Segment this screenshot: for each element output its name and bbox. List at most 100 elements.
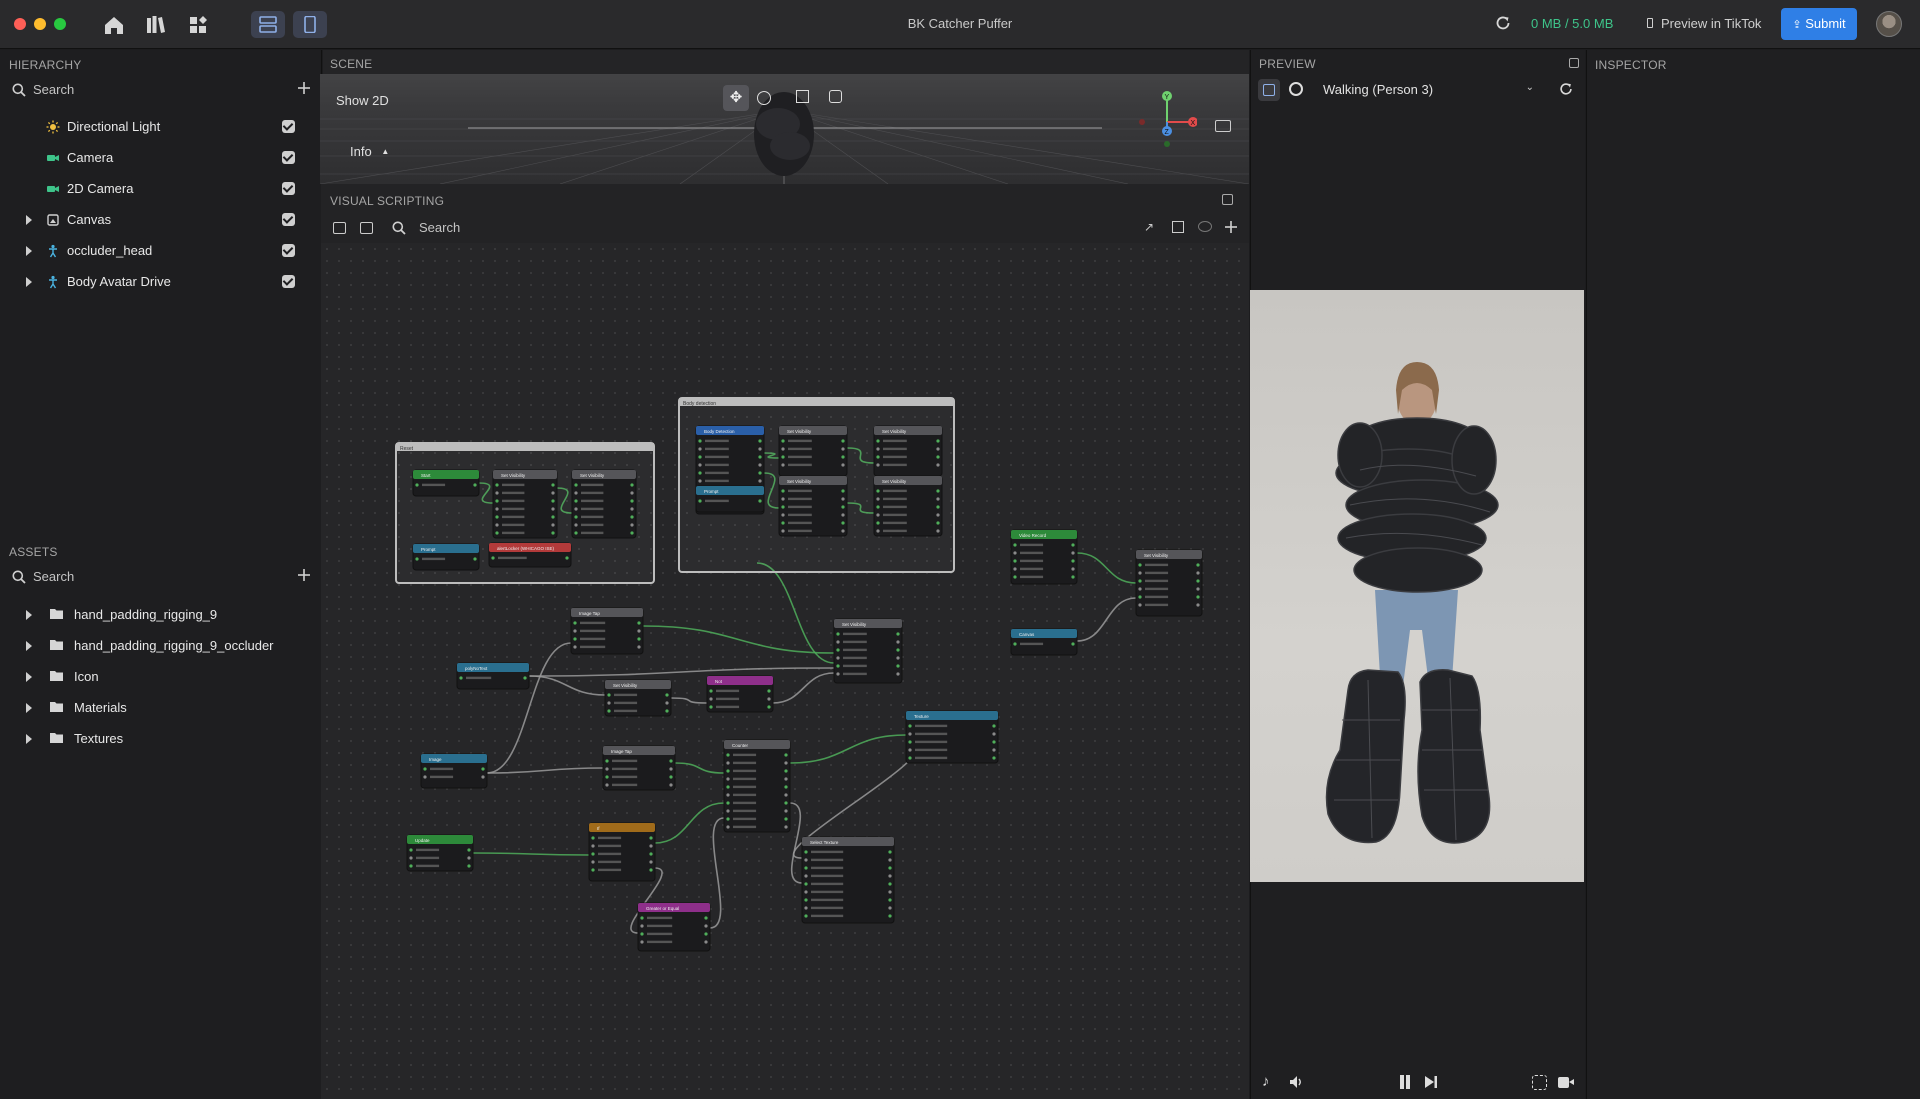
hierarchy-search-input[interactable]: Search [33,82,74,97]
asset-item[interactable]: Materials [0,696,322,720]
script-node[interactable]: Set Visibility [492,469,558,539]
node-connection-wire[interactable] [1076,597,1137,642]
node-connection-wire[interactable] [642,625,835,654]
script-node[interactable]: Set Visibility [873,475,943,537]
hierarchy-item[interactable]: Directional Light [0,115,322,139]
script-node[interactable]: Set Visibility [571,469,637,539]
step-forward-icon[interactable] [1424,1075,1438,1089]
user-avatar[interactable] [1876,11,1902,37]
expand-caret-icon[interactable] [26,246,32,256]
node-connection-wire[interactable] [756,562,835,664]
node-connection-wire[interactable] [528,667,835,677]
preview-in-tiktok-button[interactable]: Preview in TikTok [1661,16,1761,31]
visibility-checkbox[interactable] [282,275,295,288]
script-node[interactable]: Prompt [695,485,765,513]
hierarchy-item[interactable]: 2D Camera [0,177,322,201]
expand-caret-icon[interactable] [26,703,32,713]
add-asset-icon[interactable] [296,567,312,583]
popout-icon[interactable] [1569,58,1579,68]
script-node[interactable]: Set Visibility [778,475,848,537]
record-video-icon[interactable] [1558,1077,1574,1088]
script-node[interactable]: Set Visibility [1135,549,1203,617]
link-icon[interactable]: ↗ [1144,220,1158,234]
home-icon[interactable] [101,12,127,38]
maximize-window-button[interactable] [54,18,66,30]
hierarchy-item[interactable]: Canvas [0,208,322,232]
info-toggle[interactable]: Info ▲ [350,144,389,159]
script-node[interactable]: polyNoText [456,662,530,690]
assets-search[interactable]: Search [12,567,312,587]
widgets-icon[interactable] [186,12,212,38]
graph-edit-icon[interactable] [360,222,373,234]
hierarchy-item[interactable]: occluder_head [0,239,322,263]
script-node[interactable]: Select Texture [801,836,895,924]
rotate-tool-icon[interactable] [757,91,771,105]
script-node[interactable]: Video Record [1010,529,1078,585]
tiktok-icon[interactable]: ♪ [1262,1074,1276,1090]
graph-view-icon[interactable] [333,222,346,234]
visibility-checkbox[interactable] [282,151,295,164]
script-node[interactable]: Image Tap [602,745,676,791]
asset-item[interactable]: hand_padding_rigging_9_occluder [0,634,322,658]
expand-caret-icon[interactable] [26,672,32,682]
submit-button[interactable]: ⇪ Submit [1781,8,1857,40]
visibility-checkbox[interactable] [282,244,295,257]
volume-icon[interactable] [1288,1074,1304,1090]
refresh-icon[interactable] [1558,81,1574,97]
screenshot-icon[interactable] [1532,1075,1547,1090]
script-node[interactable]: Start [412,469,480,497]
scale-tool-icon[interactable] [796,90,809,103]
script-node[interactable]: Set Visibility [833,618,903,684]
vs-search[interactable]: Search [392,218,532,238]
comment-icon[interactable] [1198,221,1212,232]
visibility-checkbox[interactable] [282,182,295,195]
webcam-icon[interactable] [1289,82,1303,96]
vs-search-input[interactable]: Search [419,220,460,235]
script-node[interactable]: Canvas [1010,628,1078,656]
node-connection-wire[interactable] [472,852,590,856]
expand-caret-icon[interactable] [26,610,32,620]
script-node[interactable]: Set Visibility [604,679,672,717]
minimize-window-button[interactable] [34,18,46,30]
asset-item[interactable]: Icon [0,665,322,689]
visual-scripting-canvas[interactable]: Reset Body detection Start Set Visibility Se… [321,243,1249,1099]
script-node[interactable]: Prompt [412,543,480,571]
node-connection-wire[interactable] [674,762,725,774]
hierarchy-item[interactable]: Body Avatar Drive [0,270,322,294]
refresh-icon[interactable] [1494,14,1512,32]
visibility-checkbox[interactable] [282,213,295,226]
script-node[interactable]: Greater or Equal [637,902,711,952]
node-connection-wire[interactable] [789,734,907,764]
hierarchy-item[interactable]: Camera [0,146,322,170]
expand-caret-icon[interactable] [26,734,32,744]
expand-caret-icon[interactable] [26,641,32,651]
axis-gizmo-icon[interactable]: Y X Z [1127,88,1197,148]
expand-caret-icon[interactable] [26,215,32,225]
script-node[interactable]: Counter [723,739,791,833]
assets-search-input[interactable]: Search [33,569,74,584]
script-node[interactable]: Not [706,675,774,713]
script-node[interactable]: Update [406,834,474,872]
close-window-button[interactable] [14,18,26,30]
add-node-icon[interactable] [1224,220,1238,234]
node-connection-wire[interactable] [486,767,604,774]
script-node[interactable]: Set Visibility [873,425,943,477]
library-icon[interactable] [143,12,169,38]
hierarchy-search[interactable]: Search [12,80,312,100]
scene-camera-icon[interactable] [1215,120,1231,132]
node-connection-wire[interactable] [709,817,725,929]
move-tool-icon[interactable]: ✥ [723,85,749,111]
pause-icon[interactable] [1399,1075,1411,1089]
asset-item[interactable]: Textures [0,727,322,751]
node-connection-wire[interactable] [670,697,708,704]
script-node[interactable]: Image [420,753,488,789]
script-node[interactable]: alertLocker (WHICAGO ISE) [488,542,572,568]
show-2d-toggle[interactable]: Show 2D [336,93,389,108]
node-connection-wire[interactable] [1076,552,1137,584]
node-connection-wire[interactable] [528,675,606,696]
group-icon[interactable] [1172,221,1184,233]
node-connection-wire[interactable] [772,672,835,704]
rect-tool-icon[interactable] [829,90,842,103]
preview-mode-icon[interactable] [1258,79,1280,101]
popout-icon[interactable] [1222,194,1233,205]
